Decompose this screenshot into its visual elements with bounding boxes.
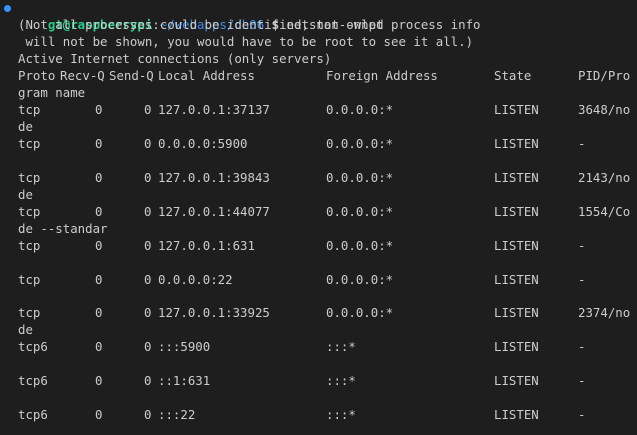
row-state: LISTEN	[494, 373, 539, 388]
connections-heading: Active Internet connections (only server…	[18, 51, 332, 66]
table-row-wrap: de	[18, 187, 33, 202]
row-pid-program: -	[578, 136, 586, 151]
row-pid-program: -	[578, 339, 586, 354]
table-row-wrap: de	[18, 119, 33, 134]
row-proto: tcp6	[18, 339, 48, 354]
warning-line-1: (Not all processes could be identified, …	[18, 17, 481, 32]
row-state: LISTEN	[494, 170, 539, 185]
row-sendq: 0	[144, 407, 152, 422]
row-foreign-address: 0.0.0.0:*	[326, 272, 394, 287]
table-row-wrap: de --standar	[18, 221, 108, 236]
row-recvq: 0	[95, 272, 103, 287]
header-foreign-address: Foreign Address	[326, 68, 438, 83]
row-foreign-address: :::*	[326, 373, 356, 388]
row-state: LISTEN	[494, 238, 539, 253]
table-row-wrap: de	[18, 322, 33, 337]
row-state: LISTEN	[494, 272, 539, 287]
row-sendq: 0	[144, 136, 152, 151]
warning-line-2: will not be shown, you would have to be …	[18, 34, 474, 49]
row-state: LISTEN	[494, 136, 539, 151]
table-row: tcp 0 0 127.0.0.1:33925 0.0.0.0:* LISTEN 2374/…	[18, 305, 637, 322]
row-local-address: 0.0.0.0:22	[158, 272, 233, 287]
row-recvq: 0	[95, 170, 103, 185]
row-local-address: :::22	[158, 407, 196, 422]
prompt-line: gt@raspberrypi:~/webapps/ch06 $ netstat …	[18, 0, 384, 32]
row-state: LISTEN	[494, 102, 539, 117]
row-foreign-address: 0.0.0.0:*	[326, 305, 394, 320]
row-local-address: :::5900	[158, 339, 211, 354]
row-sendq: 0	[144, 339, 152, 354]
table-row: tcp 0 0 127.0.0.1:44077 0.0.0.0:* LISTEN 1554/…	[18, 204, 637, 221]
row-sendq: 0	[144, 102, 152, 117]
row-recvq: 0	[95, 136, 103, 151]
row-pid-program: -	[578, 272, 586, 287]
row-proto: tcp	[18, 136, 41, 151]
row-proto: tcp	[18, 204, 41, 219]
row-state: LISTEN	[494, 305, 539, 320]
row-sendq: 0	[144, 204, 152, 219]
row-pid-program: 1554/Co	[578, 204, 631, 219]
table-row: tcp6 0 0:::5900:::* LISTEN -	[18, 339, 637, 356]
row-recvq: 0	[95, 204, 103, 219]
row-recvq: 0	[95, 373, 103, 388]
row-recvq: 0	[95, 238, 103, 253]
row-local-address: 0.0.0.0:5900	[158, 136, 248, 151]
header-local-address: Local Address	[158, 68, 255, 83]
header-recvq: Recv-Q	[60, 68, 105, 83]
row-pid-program: 3648/no	[578, 102, 631, 117]
table-row: tcp6 0 0:::22:::* LISTEN -	[18, 407, 637, 424]
row-sendq: 0	[144, 373, 152, 388]
row-proto: tcp6	[18, 373, 48, 388]
table-header: Proto Recv-Q Send-Q Local Address Foreig…	[18, 68, 637, 85]
row-sendq: 0	[144, 272, 152, 287]
table-header-wrap: gram name	[18, 85, 86, 100]
row-local-address: 127.0.0.1:39843	[158, 170, 270, 185]
row-proto: tcp	[18, 102, 41, 117]
header-proto: Proto	[18, 68, 56, 83]
row-recvq: 0	[95, 339, 103, 354]
row-pid-program: -	[578, 238, 586, 253]
row-pid-program: 2143/no	[578, 170, 631, 185]
row-recvq: 0	[95, 407, 103, 422]
row-state: LISTEN	[494, 339, 539, 354]
row-pid-program: 2374/no	[578, 305, 631, 320]
row-proto: tcp6	[18, 407, 48, 422]
row-recvq: 0	[95, 102, 103, 117]
table-row: tcp 0 0 127.0.0.1:631 0.0.0.0:* LISTEN -	[18, 238, 637, 255]
table-row: tcp 0 0 127.0.0.1:39843 0.0.0.0:* LISTEN 2143/…	[18, 170, 637, 187]
row-state: LISTEN	[494, 407, 539, 422]
table-row: tcp6 0 0::1:631:::* LISTEN -	[18, 373, 637, 390]
row-local-address: ::1:631	[158, 373, 211, 388]
row-pid-program: -	[578, 373, 586, 388]
row-local-address: 127.0.0.1:44077	[158, 204, 270, 219]
row-sendq: 0	[144, 170, 152, 185]
row-sendq: 0	[144, 238, 152, 253]
command-status-dot-icon[interactable]	[4, 5, 11, 12]
header-sendq: Send-Q	[109, 68, 154, 83]
row-foreign-address: :::*	[326, 339, 356, 354]
row-foreign-address: 0.0.0.0:*	[326, 102, 394, 117]
header-pid-program: PID/Pro	[578, 68, 631, 83]
row-foreign-address: 0.0.0.0:*	[326, 170, 394, 185]
row-foreign-address: :::*	[326, 407, 356, 422]
row-pid-program: -	[578, 407, 586, 422]
row-foreign-address: 0.0.0.0:*	[326, 204, 394, 219]
row-proto: tcp	[18, 170, 41, 185]
row-proto: tcp	[18, 272, 41, 287]
row-recvq: 0	[95, 305, 103, 320]
row-local-address: 127.0.0.1:33925	[158, 305, 270, 320]
terminal-panel[interactable]: gt@raspberrypi:~/webapps/ch06 $ netstat …	[0, 0, 637, 435]
row-foreign-address: 0.0.0.0:*	[326, 238, 394, 253]
row-local-address: 127.0.0.1:37137	[158, 102, 270, 117]
row-sendq: 0	[144, 305, 152, 320]
row-foreign-address: 0.0.0.0:*	[326, 136, 394, 151]
row-proto: tcp	[18, 305, 41, 320]
table-row: tcp 0 0 0.0.0.0:22 0.0.0.0:* LISTEN -	[18, 272, 637, 289]
table-row: tcp 0 0 127.0.0.1:37137 0.0.0.0:* LISTEN 3648/…	[18, 102, 637, 119]
row-state: LISTEN	[494, 204, 539, 219]
row-proto: tcp	[18, 238, 41, 253]
table-row: tcp 0 0 0.0.0.0:5900 0.0.0.0:* LISTEN -	[18, 136, 637, 153]
row-local-address: 127.0.0.1:631	[158, 238, 255, 253]
header-state: State	[494, 68, 532, 83]
